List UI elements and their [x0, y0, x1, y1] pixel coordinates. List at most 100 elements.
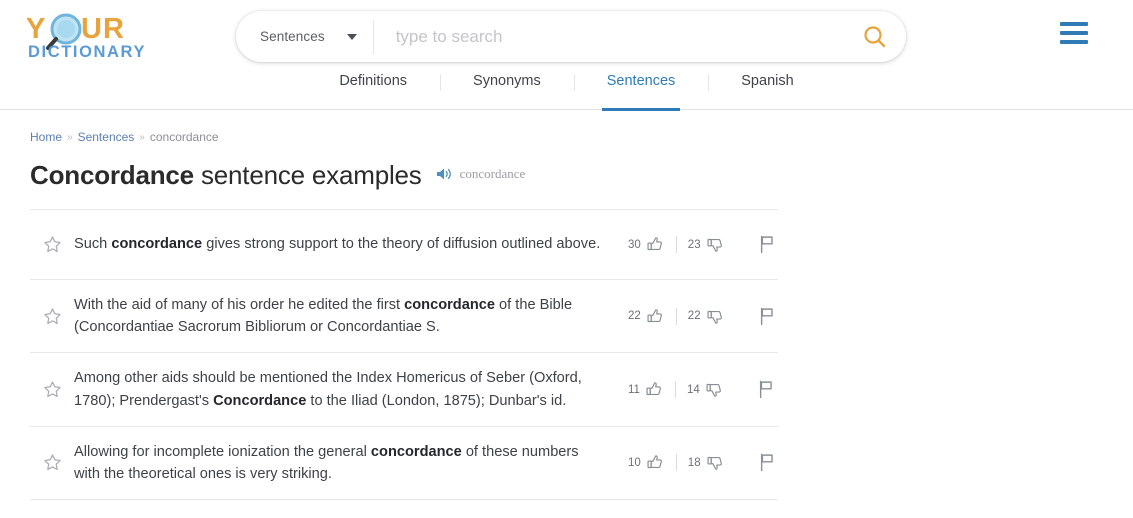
downvote-count: 22 [687, 310, 701, 323]
logo-graphic: Y UR DICTIONARY [26, 13, 146, 60]
search-input[interactable] [373, 11, 844, 62]
sentence-row: Among other aids should be mentioned the… [30, 353, 778, 427]
hamburger-menu-icon[interactable] [1060, 22, 1088, 44]
pronounce-button[interactable] [436, 167, 452, 181]
favorite-button[interactable] [30, 235, 74, 254]
sentence-list: Such concordance gives strong support to… [30, 210, 778, 518]
hamburger-bar [1060, 22, 1088, 26]
vote-controls: 22 22 [628, 307, 778, 326]
thumbs-up-icon [647, 237, 662, 251]
downvote-button[interactable]: 14 [687, 380, 724, 399]
sentence-text: Allowing for incomplete ionization the g… [74, 443, 579, 482]
thumbs-down-icon [707, 310, 722, 324]
svg-text:DICTIONARY: DICTIONARY [28, 43, 146, 60]
page-title: Concordance sentence examples [30, 160, 422, 191]
breadcrumb-separator: » [139, 131, 145, 143]
flag-icon [760, 307, 773, 325]
downvote-button[interactable]: 23 [688, 235, 725, 254]
star-outline-icon [43, 454, 61, 471]
downvote-count: 23 [687, 238, 701, 251]
svg-text:Y: Y [26, 13, 46, 45]
vote-controls: 30 23 [628, 235, 778, 254]
thumbs-down-icon [707, 238, 722, 252]
chevron-down-icon [346, 33, 357, 40]
site-logo[interactable]: Y UR DICTIONARY [26, 12, 186, 60]
speaker-icon [436, 168, 451, 180]
hamburger-bar [1060, 40, 1088, 44]
vote-controls: 11 14 [628, 380, 778, 399]
vote-separator [675, 454, 677, 472]
tab-definitions[interactable]: Definitions [306, 72, 440, 110]
sentence-row: Such concordance gives strong support to… [30, 210, 778, 280]
sentence-row: Allowing for incomplete ionization the g… [30, 427, 778, 501]
page-body: Home » Sentences » concordance Concordan… [0, 110, 1133, 518]
thumbs-up-icon [646, 382, 661, 396]
thumbs-down-icon [706, 383, 721, 397]
report-flag-button[interactable] [758, 380, 775, 399]
downvote-count: 14 [686, 383, 700, 396]
sentence-text: Among other aids should be mentioned the… [74, 370, 582, 409]
thumbs-up-icon [647, 308, 662, 322]
vote-separator [674, 381, 676, 399]
flag-icon [760, 454, 773, 472]
sentence-row: The "Bible concordance" offers a concise… [30, 500, 778, 518]
page-title-suffix: sentence examples [193, 160, 422, 190]
search-icon [864, 25, 886, 47]
thumbs-up-icon [647, 455, 662, 469]
report-flag-button[interactable] [759, 307, 776, 326]
report-flag-button[interactable] [759, 453, 776, 472]
upvote-count: 10 [628, 456, 641, 469]
tab-label: Definitions [339, 73, 408, 89]
nav-tab-list: Definitions Synonyms Sentences Spanish [306, 72, 826, 111]
vote-separator [675, 236, 677, 253]
star-outline-icon [43, 381, 61, 398]
star-outline-icon [43, 308, 61, 324]
favorite-button[interactable] [30, 453, 74, 472]
downvote-count: 18 [687, 456, 701, 469]
favorite-button[interactable] [30, 380, 74, 399]
breadcrumb: Home » Sentences » concordance [30, 130, 778, 144]
tab-label: Spanish [741, 73, 794, 89]
favorite-button[interactable] [30, 307, 74, 326]
search-submit-button[interactable] [844, 11, 906, 62]
tab-synonyms[interactable]: Synonyms [440, 72, 574, 110]
search-bar: Sentences [236, 11, 906, 62]
flag-icon [760, 235, 773, 254]
search-category-select[interactable]: Sentences [236, 11, 373, 62]
upvote-button[interactable]: 22 [628, 307, 665, 326]
tab-spanish[interactable]: Spanish [708, 72, 826, 110]
breadcrumb-current: concordance [149, 130, 219, 144]
flag-icon [759, 380, 772, 399]
tab-sentences[interactable]: Sentences [573, 72, 709, 111]
sentence-text: With the aid of many of his order he edi… [74, 297, 573, 336]
upvote-count: 11 [628, 383, 640, 396]
upvote-button[interactable]: 11 [628, 380, 664, 399]
upvote-count: 30 [628, 238, 641, 251]
sentence-row: With the aid of many of his order he edi… [30, 280, 778, 354]
page-title-row: Concordance sentence examples concordanc… [30, 160, 778, 210]
tab-label: Synonyms [473, 73, 541, 89]
breadcrumb-sentences[interactable]: Sentences [78, 130, 135, 144]
svg-text:UR: UR [81, 13, 125, 45]
vote-separator [675, 307, 677, 325]
vote-controls: 10 18 [628, 453, 778, 472]
report-flag-button[interactable] [759, 235, 776, 254]
pronunciation-word: concordance [459, 166, 526, 181]
downvote-button[interactable]: 18 [688, 453, 725, 472]
upvote-button[interactable]: 30 [628, 235, 665, 254]
downvote-button[interactable]: 22 [688, 307, 725, 326]
breadcrumb-home[interactable]: Home [30, 130, 62, 144]
active-tab-underline [601, 108, 681, 111]
star-outline-icon [43, 236, 61, 253]
hamburger-bar [1060, 31, 1088, 35]
search-category-label: Sentences [260, 29, 325, 44]
breadcrumb-separator: » [67, 131, 73, 143]
main-content: Home » Sentences » concordance Concordan… [30, 130, 778, 518]
page-title-keyword: Concordance [30, 160, 194, 190]
thumbs-down-icon [707, 457, 722, 471]
site-header: Y UR DICTIONARY Sentences [0, 0, 1133, 72]
tab-label: Sentences [606, 73, 676, 89]
pronunciation-group: concordance [436, 166, 526, 182]
upvote-button[interactable]: 10 [628, 453, 665, 472]
upvote-count: 22 [628, 310, 641, 323]
